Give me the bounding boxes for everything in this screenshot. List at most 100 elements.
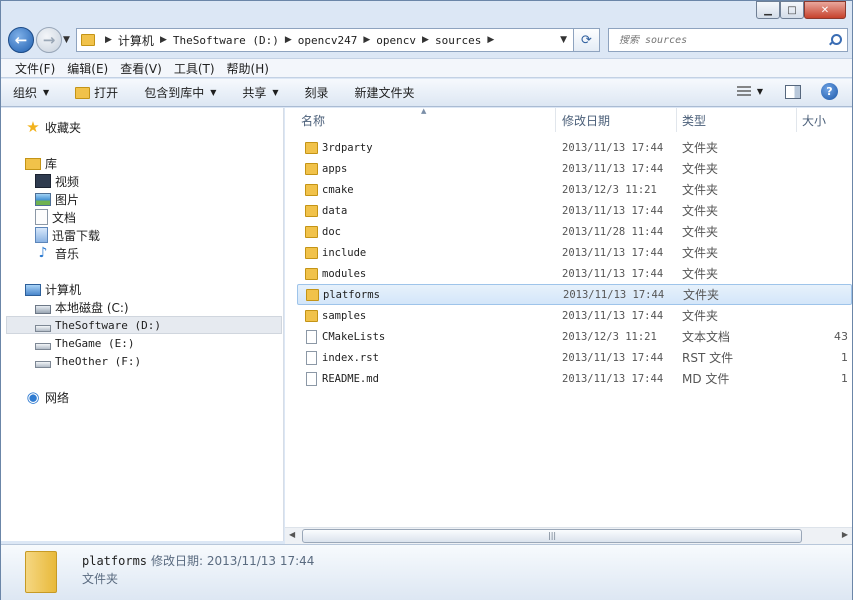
nav-drive-d[interactable]: TheSoftware (D:) — [6, 316, 282, 334]
chevron-right-icon[interactable]: ▶ — [105, 35, 112, 45]
menu-edit[interactable]: 编辑(E) — [67, 60, 108, 77]
nav-drive-f[interactable]: TheOther (F:) — [35, 352, 141, 370]
column-date[interactable]: 修改日期 — [562, 112, 610, 129]
nav-lib-label: 文档 — [52, 210, 77, 225]
chevron-right-icon[interactable]: ▶ — [422, 35, 429, 45]
nav-lib-music[interactable]: ♪ 音乐 — [35, 244, 79, 262]
file-icon — [306, 329, 317, 344]
menu-view[interactable]: 查看(V) — [120, 60, 162, 77]
sort-ascending-icon: ▲ — [421, 108, 427, 115]
minimize-button[interactable]: ▁ — [756, 1, 780, 19]
file-row[interactable]: README.md 2013/11/13 17:44 MD 文件 1 — [297, 368, 852, 389]
column-divider[interactable] — [555, 108, 556, 132]
nav-lib-pictures[interactable]: 图片 — [35, 190, 79, 208]
file-row[interactable]: cmake 2013/12/3 11:21 文件夹 — [297, 179, 852, 200]
preview-pane-icon[interactable] — [785, 84, 801, 99]
new-folder-button[interactable]: 新建文件夹 — [355, 84, 415, 101]
nav-network[interactable]: ◉ 网络 — [25, 388, 69, 406]
column-divider[interactable] — [676, 108, 677, 132]
maximize-button[interactable]: □ — [780, 1, 804, 19]
chevron-right-icon[interactable]: ▶ — [160, 35, 167, 45]
file-row[interactable]: data 2013/11/13 17:44 文件夹 — [297, 200, 852, 221]
share-button[interactable]: 共享 ▼ — [242, 84, 278, 101]
open-button[interactable]: 打开 — [75, 84, 118, 101]
organize-button[interactable]: 组织 ▼ — [13, 84, 49, 101]
file-row[interactable]: platforms 2013/11/13 17:44 文件夹 — [297, 284, 852, 305]
recent-pages-dropdown[interactable]: ▼ — [63, 35, 70, 45]
search-input[interactable] — [619, 34, 827, 46]
computer-icon — [25, 284, 41, 296]
scroll-thumb[interactable]: ||| — [302, 529, 802, 543]
chevron-right-icon[interactable]: ▶ — [363, 35, 370, 45]
view-options-icon[interactable] — [736, 85, 751, 98]
nav-lib-documents[interactable]: 文档 — [35, 208, 76, 226]
burn-button[interactable]: 刻录 — [305, 84, 329, 101]
breadcrumb-sources[interactable]: sources — [435, 34, 481, 47]
horizontal-scrollbar[interactable]: ◀ ||| ▶ — [285, 527, 852, 544]
document-icon — [35, 209, 48, 225]
file-size: 1 — [841, 372, 848, 385]
file-row[interactable]: doc 2013/11/28 11:44 文件夹 — [297, 221, 852, 242]
file-row[interactable]: 3rdparty 2013/11/13 17:44 文件夹 — [297, 137, 852, 158]
file-type: 文件夹 — [682, 246, 719, 260]
column-type[interactable]: 类型 — [682, 112, 706, 129]
file-date: 2013/12/3 11:21 — [562, 330, 657, 343]
menu-help[interactable]: 帮助(H) — [227, 60, 269, 77]
chevron-right-icon[interactable]: ▶ — [285, 35, 292, 45]
file-date: 2013/11/13 17:44 — [562, 246, 664, 259]
file-type: 文件夹 — [682, 309, 719, 323]
help-icon[interactable]: ? — [821, 83, 838, 100]
close-button[interactable]: ✕ — [804, 1, 846, 19]
file-name: apps — [322, 162, 348, 175]
address-bar[interactable]: ▶ 计算机 ▶ TheSoftware (D:) ▶ opencv247 ▶ o… — [76, 28, 574, 52]
scroll-left-icon[interactable]: ◀ — [289, 530, 295, 539]
file-type: 文本文档 — [682, 330, 731, 344]
breadcrumb-opencv[interactable]: opencv — [376, 34, 416, 47]
nav-libraries[interactable]: 库 — [25, 154, 57, 172]
file-row[interactable]: modules 2013/11/13 17:44 文件夹 — [297, 263, 852, 284]
drive-icon — [35, 324, 51, 332]
drive-icon — [35, 342, 51, 350]
forward-button[interactable]: → — [36, 27, 62, 53]
column-size[interactable]: 大小 — [802, 112, 826, 129]
chevron-right-icon[interactable]: ▶ — [487, 35, 494, 45]
command-bar: 组织 ▼ 打开 包含到库中 ▼ 共享 ▼ 刻录 新建文件夹 ▼ ? — [1, 79, 852, 107]
search-box[interactable] — [608, 28, 848, 52]
file-name: modules — [322, 267, 367, 280]
nav-computer[interactable]: 计算机 — [25, 280, 81, 298]
nav-lib-label: 音乐 — [55, 246, 80, 261]
nav-drive-c[interactable]: 本地磁盘 (C:) — [35, 298, 129, 316]
menu-tools[interactable]: 工具(T) — [174, 60, 215, 77]
nav-favorites[interactable]: ★ 收藏夹 — [25, 118, 81, 136]
library-icon — [25, 158, 41, 170]
search-icon[interactable] — [827, 32, 843, 48]
nav-lib-videos[interactable]: 视频 — [35, 172, 79, 190]
nav-drive-label: TheOther (F:) — [55, 354, 142, 368]
breadcrumb-opencv247[interactable]: opencv247 — [298, 34, 358, 47]
nav-drive-e[interactable]: TheGame (E:) — [35, 334, 134, 352]
nav-lib-label: 视频 — [55, 174, 80, 189]
column-name[interactable]: 名称 — [301, 112, 325, 129]
chevron-down-icon[interactable]: ▼ — [757, 87, 763, 96]
scroll-right-icon[interactable]: ▶ — [842, 530, 848, 539]
file-row[interactable]: index.rst 2013/11/13 17:44 RST 文件 1 — [297, 347, 852, 368]
nav-lib-label: 图片 — [55, 192, 80, 207]
details-modified: 修改日期: 2013/11/13 17:44 — [151, 554, 315, 568]
file-row[interactable]: include 2013/11/13 17:44 文件夹 — [297, 242, 852, 263]
file-row[interactable]: CMakeLists 2013/12/3 11:21 文本文档 43 — [297, 326, 852, 347]
address-dropdown-icon[interactable]: ▼ — [560, 35, 567, 45]
file-row[interactable]: apps 2013/11/13 17:44 文件夹 — [297, 158, 852, 179]
menu-file[interactable]: 文件(F) — [15, 60, 55, 77]
folder-icon — [305, 309, 318, 322]
file-date: 2013/11/13 17:44 — [562, 162, 664, 175]
file-row[interactable]: samples 2013/11/13 17:44 文件夹 — [297, 305, 852, 326]
breadcrumb-computer[interactable]: 计算机 — [118, 32, 154, 49]
include-in-library-button[interactable]: 包含到库中 ▼ — [144, 84, 216, 101]
address-row: ← → ▼ ▶ 计算机 ▶ TheSoftware (D:) ▶ opencv2… — [1, 25, 852, 57]
column-divider[interactable] — [796, 108, 797, 132]
file-date: 2013/11/13 17:44 — [562, 372, 664, 385]
breadcrumb-thesoftware[interactable]: TheSoftware (D:) — [173, 34, 279, 47]
nav-lib-thunder[interactable]: 迅雷下载 — [35, 226, 100, 244]
refresh-button[interactable]: ⟳ — [574, 28, 600, 52]
back-button[interactable]: ← — [8, 27, 34, 53]
